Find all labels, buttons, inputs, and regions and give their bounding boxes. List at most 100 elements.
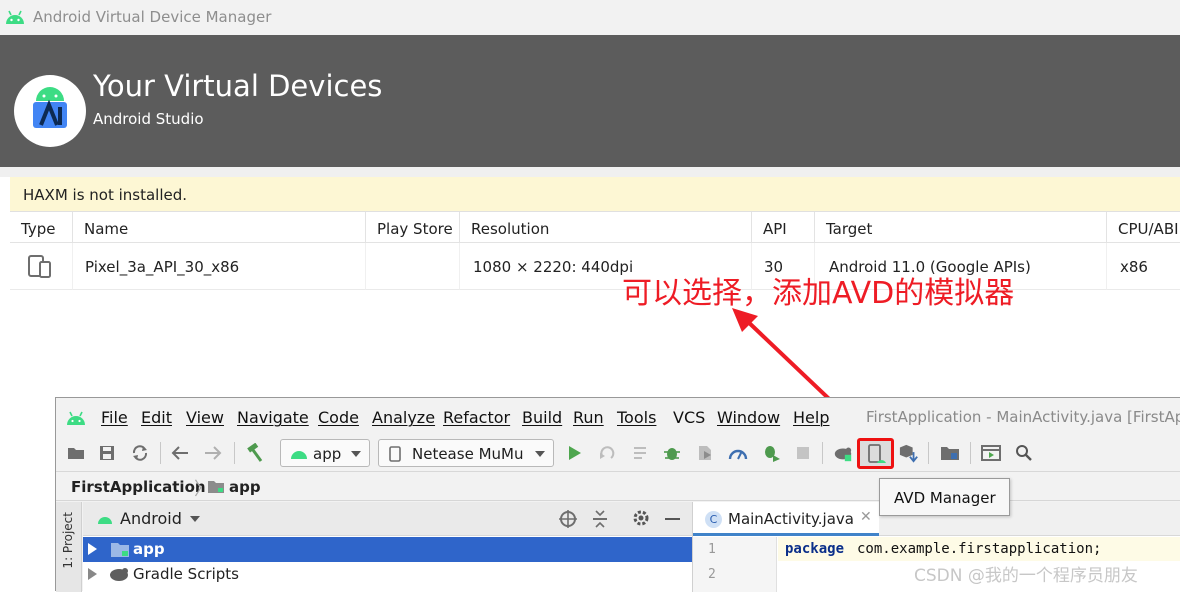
minimize-icon[interactable] bbox=[665, 518, 680, 520]
column-resolution[interactable]: Resolution bbox=[460, 212, 752, 243]
avd-header-banner: Your Virtual Devices Android Studio bbox=[0, 35, 1180, 167]
table-cell-type[interactable] bbox=[10, 243, 73, 290]
separator bbox=[234, 442, 235, 464]
table-cell-cpu-abi[interactable]: x86 bbox=[1107, 243, 1180, 290]
code-line-current[interactable]: package com.example.firstapplication; bbox=[778, 537, 1180, 561]
column-target[interactable]: Target bbox=[815, 212, 1107, 243]
run-icon[interactable] bbox=[565, 443, 585, 463]
run-config-select[interactable]: app bbox=[280, 439, 370, 467]
apply-changes-icon[interactable] bbox=[597, 443, 617, 463]
coverage-icon[interactable] bbox=[695, 443, 715, 463]
project-view-select[interactable]: Android bbox=[120, 509, 182, 528]
menu-help[interactable]: Help bbox=[793, 408, 829, 427]
sync-icon[interactable] bbox=[130, 443, 150, 463]
code-text: com.example.firstapplication; bbox=[857, 541, 1102, 557]
java-class-icon: C bbox=[705, 511, 722, 528]
project-panel-header: Android bbox=[83, 502, 692, 536]
breadcrumb-module[interactable]: app bbox=[229, 478, 261, 496]
apply-code-changes-icon[interactable] bbox=[631, 443, 651, 463]
avd-title-bar: Android Virtual Device Manager bbox=[0, 0, 1180, 35]
code-keyword: package bbox=[785, 541, 845, 557]
tab-project[interactable]: 1: Project bbox=[61, 512, 75, 569]
breadcrumb-project[interactable]: FirstApplication bbox=[71, 478, 206, 496]
project-panel: Android app Gradle Scripts bbox=[83, 502, 692, 592]
line-number: 1 bbox=[708, 542, 716, 557]
expand-arrow-icon[interactable] bbox=[88, 568, 97, 580]
stop-icon[interactable] bbox=[793, 443, 813, 463]
main-toolbar: app Netease MuMu bbox=[56, 434, 1180, 472]
chevron-down-icon[interactable] bbox=[190, 516, 200, 522]
phone-icon bbox=[389, 446, 401, 462]
line-number-gutter: 1 2 bbox=[693, 537, 777, 592]
menu-refactor[interactable]: Refactor bbox=[443, 408, 510, 427]
avd-manager-tooltip: AVD Manager bbox=[879, 478, 1010, 516]
open-folder-icon[interactable] bbox=[66, 443, 86, 463]
column-cpu-abi[interactable]: CPU/ABI bbox=[1107, 212, 1180, 243]
back-arrow-icon[interactable] bbox=[170, 443, 190, 463]
tab-mainactivity[interactable]: C MainActivity.java ✕ bbox=[693, 502, 879, 536]
separator bbox=[822, 442, 823, 464]
menu-vcs[interactable]: VCS bbox=[673, 408, 705, 427]
project-structure-icon[interactable] bbox=[940, 443, 960, 463]
module-folder-icon bbox=[111, 543, 129, 557]
save-icon[interactable] bbox=[97, 443, 117, 463]
menu-file[interactable]: File bbox=[101, 408, 128, 427]
watermark: CSDN @我的一个程序员朋友 bbox=[914, 566, 1138, 586]
menu-navigate[interactable]: Navigate bbox=[237, 408, 309, 427]
layout-inspector-icon[interactable] bbox=[981, 443, 1001, 463]
device-label: Netease MuMu bbox=[412, 445, 524, 463]
tree-item-app[interactable]: app bbox=[83, 537, 692, 562]
page-subtitle: Android Studio bbox=[93, 110, 204, 128]
android-icon bbox=[98, 517, 112, 524]
page-title: Your Virtual Devices bbox=[93, 69, 383, 103]
menu-view[interactable]: View bbox=[186, 408, 224, 427]
menu-tools[interactable]: Tools bbox=[617, 408, 656, 427]
haxm-warning-text: HAXM is not installed. bbox=[23, 186, 188, 204]
android-studio-icon bbox=[33, 87, 67, 128]
device-select[interactable]: Netease MuMu bbox=[378, 439, 554, 467]
android-icon bbox=[291, 451, 307, 459]
profile-icon[interactable] bbox=[728, 443, 748, 463]
close-icon[interactable]: ✕ bbox=[860, 509, 872, 525]
debug-icon[interactable] bbox=[662, 443, 682, 463]
ide-window-title: FirstApplication - MainActivity.java [Fi… bbox=[866, 408, 1180, 426]
search-icon[interactable] bbox=[1014, 443, 1034, 463]
menu-edit[interactable]: Edit bbox=[141, 408, 172, 427]
sync-gradle-icon[interactable] bbox=[833, 443, 853, 463]
folder-icon bbox=[208, 481, 224, 493]
gradle-elephant-icon bbox=[110, 568, 128, 581]
column-play-store[interactable]: Play Store bbox=[366, 212, 460, 243]
sdk-manager-icon[interactable] bbox=[899, 443, 919, 463]
collapse-all-icon[interactable] bbox=[592, 509, 608, 529]
table-cell-play-store[interactable] bbox=[366, 243, 460, 290]
column-name[interactable]: Name bbox=[73, 212, 366, 243]
tree-item-label: app bbox=[133, 540, 165, 558]
locate-target-icon[interactable] bbox=[558, 509, 578, 529]
chevron-down-icon bbox=[351, 451, 361, 457]
separator bbox=[928, 442, 929, 464]
expand-arrow-icon[interactable] bbox=[88, 543, 97, 555]
menu-code[interactable]: Code bbox=[318, 408, 359, 427]
spacer bbox=[0, 167, 1180, 177]
avd-manager-icon bbox=[868, 444, 886, 463]
phone-tablet-icon bbox=[28, 255, 51, 278]
line-number: 2 bbox=[708, 567, 716, 582]
chevron-down-icon bbox=[535, 451, 545, 457]
tree-item-gradle-scripts[interactable]: Gradle Scripts bbox=[83, 562, 692, 587]
column-type[interactable]: Type bbox=[10, 212, 73, 243]
menu-window[interactable]: Window bbox=[717, 408, 780, 427]
haxm-warning-bar: HAXM is not installed. bbox=[10, 177, 1180, 212]
avd-manager-button[interactable] bbox=[857, 438, 894, 469]
menu-build[interactable]: Build bbox=[522, 408, 562, 427]
menu-run[interactable]: Run bbox=[573, 408, 604, 427]
column-api[interactable]: API bbox=[752, 212, 815, 243]
gear-icon[interactable] bbox=[632, 509, 650, 527]
forward-arrow-icon[interactable] bbox=[203, 443, 223, 463]
table-cell-name[interactable]: Pixel_3a_API_30_x86 bbox=[73, 243, 366, 290]
menu-bar: File Edit View Navigate Code Analyze Ref… bbox=[56, 398, 1180, 434]
hammer-build-icon[interactable] bbox=[244, 443, 264, 463]
breadcrumb: FirstApplication 〉 app bbox=[56, 473, 1180, 501]
menu-analyze[interactable]: Analyze bbox=[372, 408, 435, 427]
attach-debugger-icon[interactable] bbox=[761, 443, 781, 463]
editor-tab-label: MainActivity.java bbox=[728, 510, 854, 528]
